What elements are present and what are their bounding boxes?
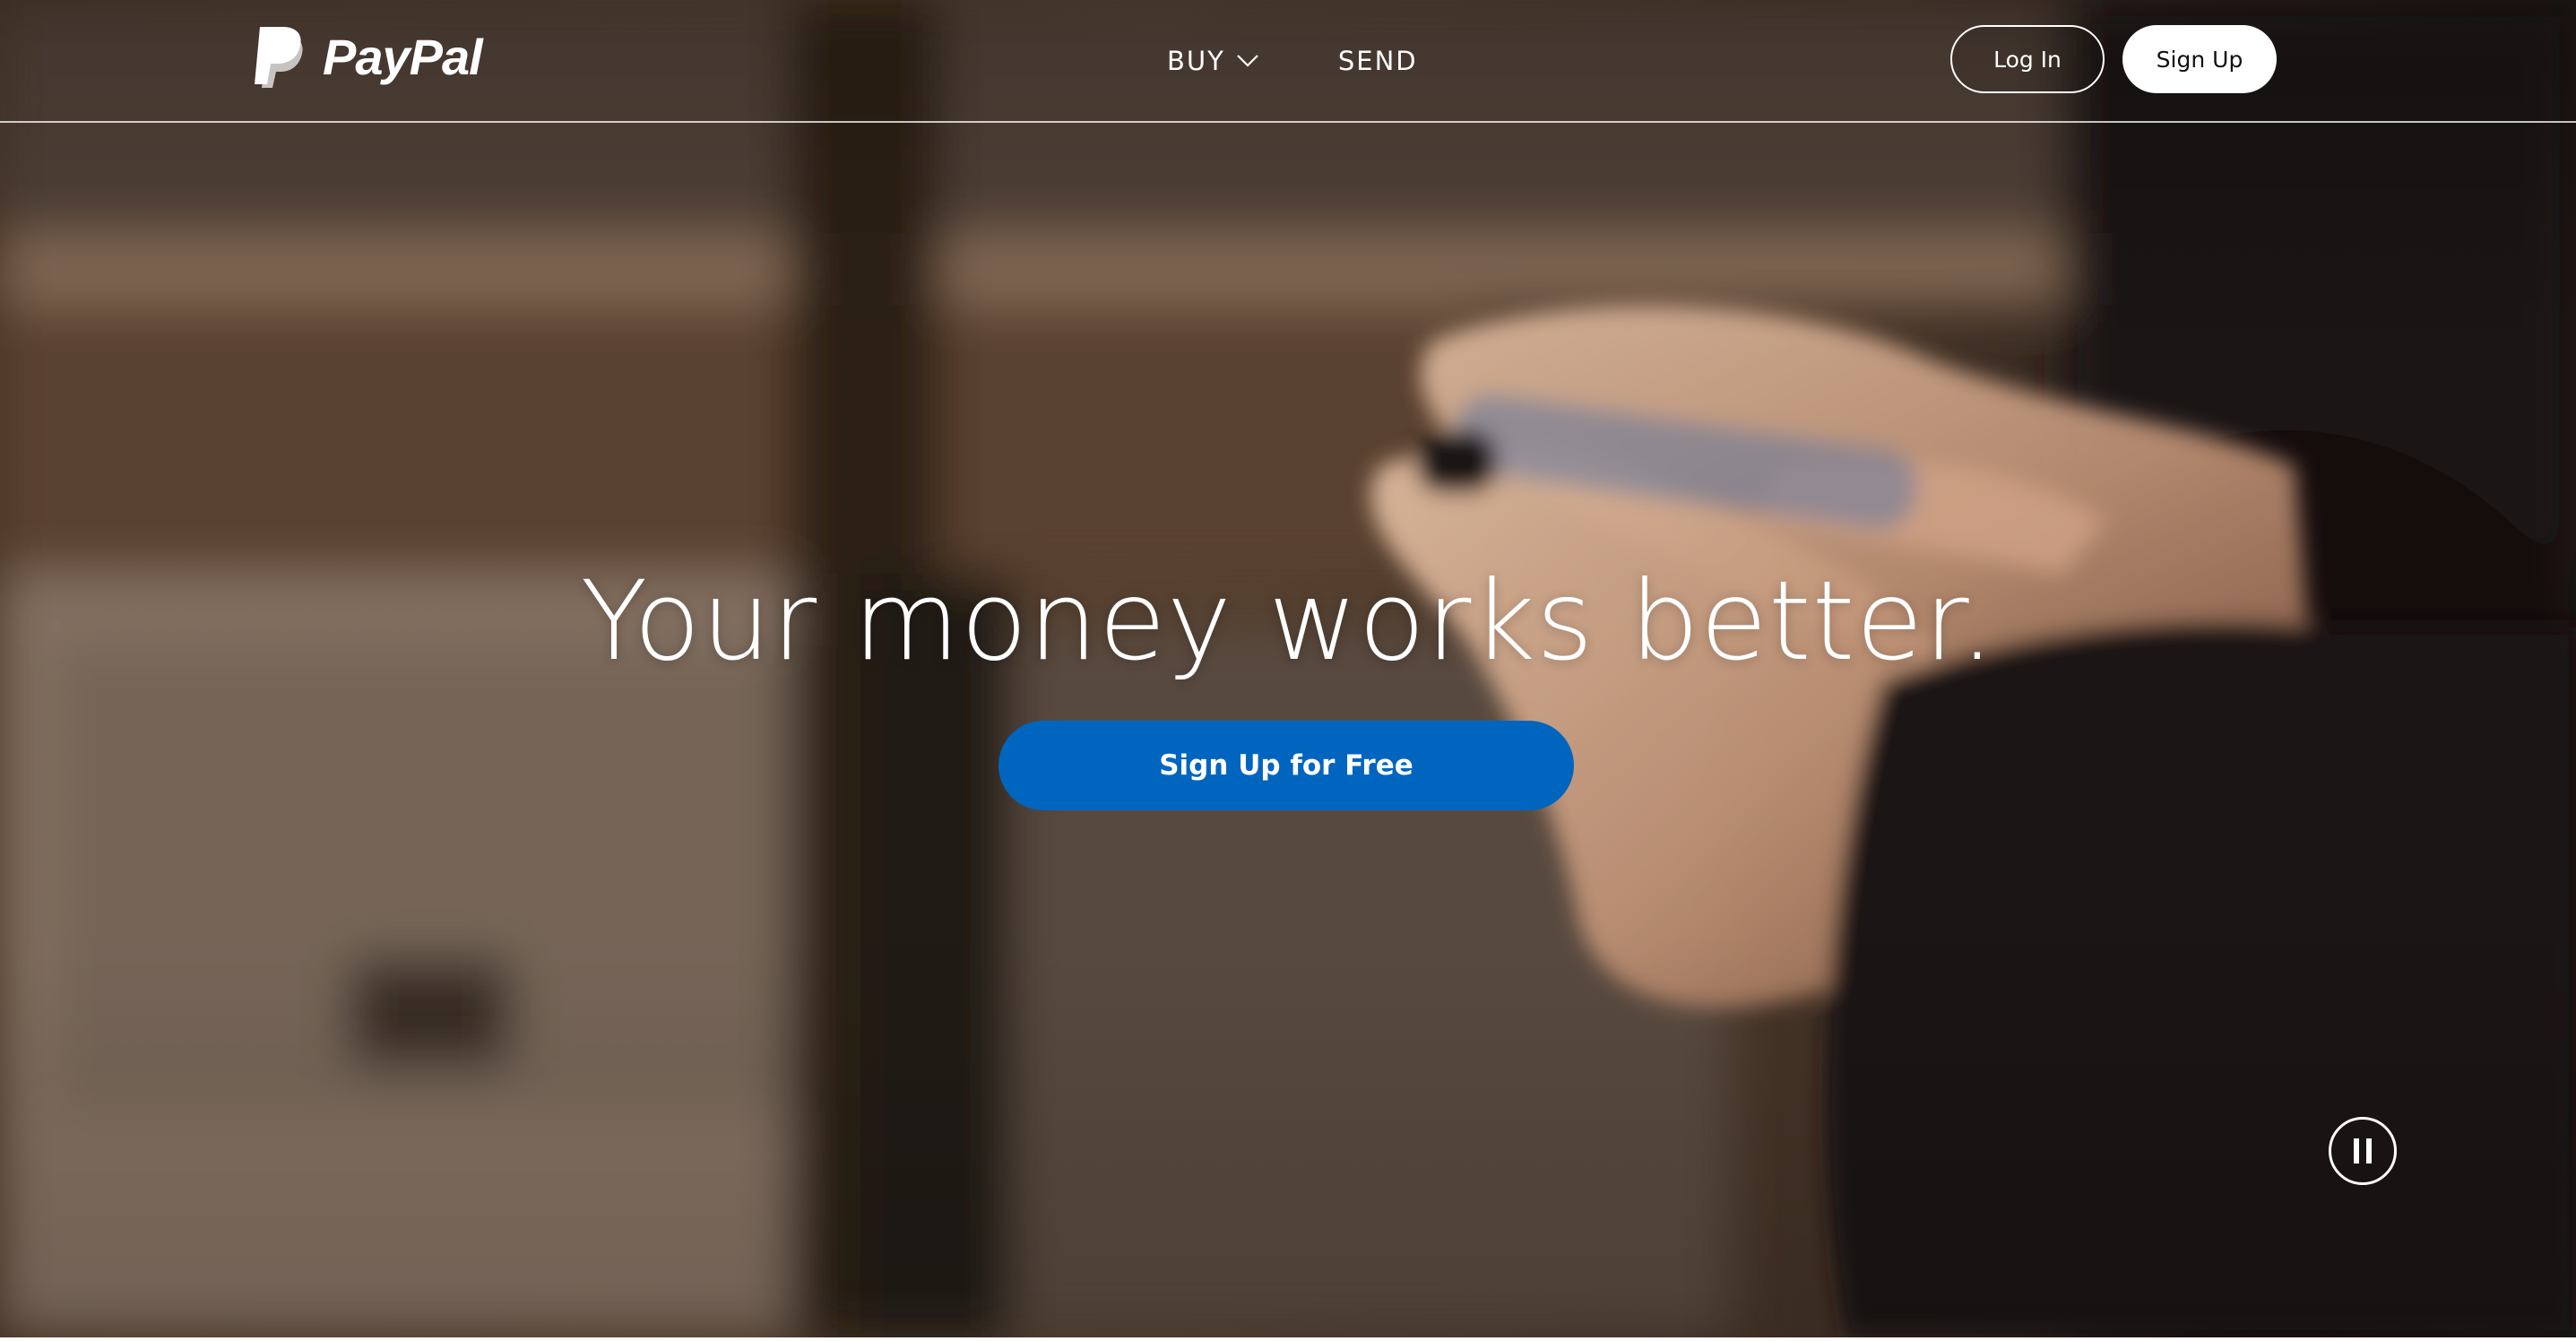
pause-icon: [2354, 1138, 2359, 1164]
nav-item-send[interactable]: SEND: [1338, 36, 1418, 86]
login-button[interactable]: Log In: [1950, 25, 2105, 93]
hero-headline: Your money works better.: [580, 558, 1996, 685]
main-nav: BUY SEND: [1167, 36, 1418, 86]
paypal-wordmark: PayPal: [323, 28, 483, 85]
paypal-logo[interactable]: PayPal: [253, 25, 483, 88]
nav-item-send-label: SEND: [1337, 46, 1418, 76]
signup-button[interactable]: Sign Up: [2122, 25, 2277, 93]
chevron-down-icon: [1237, 55, 1258, 67]
signup-free-button[interactable]: Sign Up for Free: [998, 721, 1574, 810]
page: PayPal BUY SEND Log In Sign Up Your mone…: [0, 0, 2576, 1341]
hero-bottom-edge: [0, 1337, 2576, 1341]
site-header: PayPal BUY SEND Log In Sign Up: [0, 0, 2576, 123]
nav-item-buy[interactable]: BUY: [1167, 36, 1259, 86]
video-pause-button[interactable]: [2329, 1117, 2397, 1185]
nav-item-buy-label: BUY: [1167, 46, 1225, 76]
paypal-monogram-icon: [255, 27, 303, 88]
pause-icon-bar: [2366, 1138, 2372, 1164]
